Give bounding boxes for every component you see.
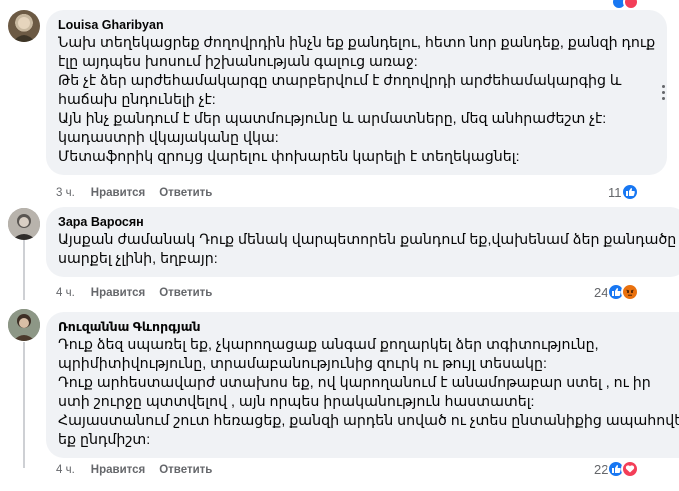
avatar[interactable] (8, 208, 40, 240)
comment-author[interactable]: Зара Варосян (58, 214, 676, 230)
comment-line: Այսքան ժամանակ Դուք մենակ վարպետորեն քան… (58, 232, 677, 248)
reaction-count: 22 (594, 461, 609, 477)
comment-line: Հայաստանում շուտ հեռացեք, քանզի արդեն սո… (58, 413, 679, 429)
reaction-count: 24 (594, 284, 609, 300)
comment-text: Դուք ձեզ սպառել եք, չկարողացաք անգամ քող… (58, 336, 679, 450)
like-reaction-icon (620, 183, 639, 201)
comment-bubble: Зара Варосян Այսքան ժամանակ Դուք մենակ վ… (46, 207, 679, 277)
previous-reactions (611, 0, 639, 10)
comment-author[interactable]: Ռուզաննա Գևորգյան (58, 319, 679, 335)
like-button[interactable]: Нравится (91, 463, 145, 477)
reaction-summary[interactable]: 22 (594, 460, 640, 478)
comment-time[interactable]: 4 ч. (56, 286, 75, 300)
like-button[interactable]: Нравится (91, 286, 145, 300)
comment-line: Թե չէ ձեր արժեհամակարգը տարբերվում է ժող… (58, 73, 622, 89)
comment-actions: 4 ч. Нравится Ответить (56, 286, 212, 300)
comment-line: Դուք ձեզ սպառել եք, չկարողացաք անգամ քող… (58, 337, 599, 353)
comment-line: ստի շուրջը պտտվելով , այն որպես իրականու… (58, 394, 535, 410)
comment-line: սարքել չլինի, եղբայր: (58, 251, 218, 267)
comment-line: Դուք արհեստավարժ ստախոս եք, ով կարողանու… (58, 375, 651, 391)
reply-button[interactable]: Ответить (159, 186, 212, 200)
love-reaction-icon (623, 0, 639, 10)
comment-time[interactable]: 3 ч. (56, 186, 75, 200)
comment-line: Այն ինչ քանդում է մեր պատմությունը և արմ… (58, 111, 607, 127)
reaction-summary[interactable]: 11 (608, 183, 639, 201)
comment-bubble: Ռուզաննա Գևորգյան Դուք ձեզ սպառել եք, չկ… (46, 312, 679, 458)
like-button[interactable]: Нравится (91, 186, 145, 200)
comment-text: Այսքան ժամանակ Դուք մենակ վարպետորեն քան… (58, 231, 676, 269)
reply-button[interactable]: Ответить (159, 286, 212, 300)
angry-reaction-icon (621, 283, 640, 301)
avatar[interactable] (8, 309, 40, 341)
reaction-summary[interactable]: 24 (594, 283, 640, 301)
comment-bubble: Louisa Gharibyan Նախ տեղեկացրեք ժողովրդի… (46, 10, 668, 175)
reply-button[interactable]: Ответить (159, 463, 212, 477)
comment-line: պրիմիտիվությունը, տրամաբանությունից զուր… (58, 356, 547, 372)
more-options-icon[interactable] (662, 85, 665, 100)
thread-line (23, 342, 25, 468)
comment-actions: 4 ч. Нравится Ответить (56, 463, 212, 477)
comment-line: հաճախ ընդունելի չէ: (58, 92, 216, 108)
reaction-count: 11 (608, 184, 622, 200)
comment-line: էլը այդպես խոսում իշխանության գալուց առա… (58, 54, 418, 70)
comment-line: Մետաֆորիկ զրույց վարելու փոխարեն կարելի … (58, 149, 520, 165)
comment-actions: 3 ч. Нравится Ответить (56, 186, 212, 200)
comment-text: Նախ տեղեկացրեք ժողովրդին ինչն եք քանդելո… (58, 34, 655, 167)
comment-author[interactable]: Louisa Gharibyan (58, 17, 655, 33)
love-reaction-icon (621, 460, 640, 478)
comment-line: եք ընդմիշտ: (58, 432, 151, 448)
comment-line: Նախ տեղեկացրեք ժողովրդին ինչն եք քանդելո… (58, 35, 656, 51)
avatar[interactable] (8, 10, 40, 42)
thread-line (23, 240, 25, 300)
comment-time[interactable]: 4 ч. (56, 463, 75, 477)
comment-line: կադաստրի վկայականը վկա: (58, 130, 279, 146)
